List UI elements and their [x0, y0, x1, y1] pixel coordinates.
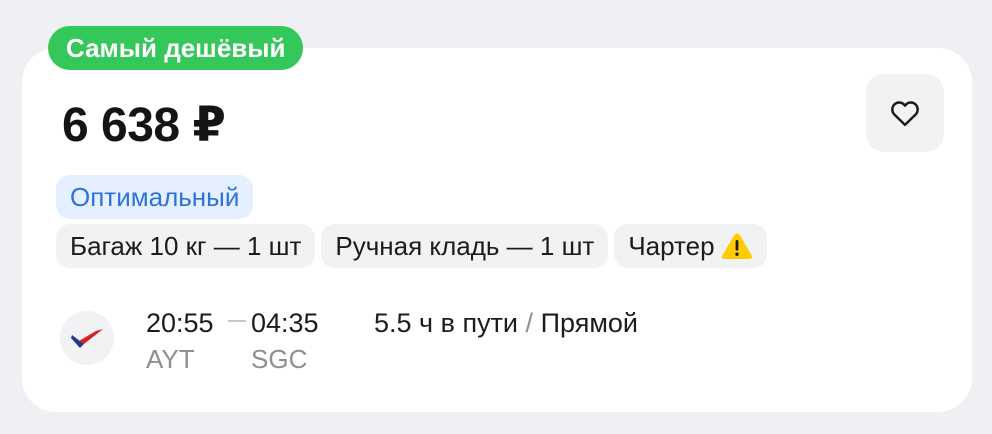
favorite-button[interactable] [866, 74, 944, 152]
warning-icon [721, 232, 753, 260]
feature-baggage: Багаж 10 кг — 1 шт [56, 224, 316, 268]
airline-logo-icon [71, 329, 103, 348]
departure-time: 20:55 [146, 308, 214, 338]
feature-hand-luggage: Ручная кладь — 1 шт [321, 224, 609, 268]
cheapest-badge: Самый дешёвый [48, 26, 304, 70]
feature-label: Ручная кладь — 1 шт [335, 230, 595, 261]
trip-info: 5.5 ч в пути / Прямой [374, 308, 638, 339]
features-list: Багаж 10 кг — 1 шт Ручная кладь — 1 шт Ч… [56, 224, 767, 268]
arrival-time: 04:35 [251, 308, 319, 338]
departure-airport: AYT [146, 344, 195, 374]
flight-type: Прямой [540, 308, 638, 338]
price: 6 638 ₽ [62, 99, 226, 152]
heart-outline-icon [891, 101, 919, 127]
cheapest-badge-label: Самый дешёвый [66, 32, 286, 63]
fare-type-label: Оптимальный [70, 181, 240, 212]
fare-type-tag: Оптимальный [56, 175, 254, 219]
screen: Самый дешёвый 6 638 ₽ Оптимальный Багаж … [0, 0, 992, 434]
airline-logo [60, 311, 114, 365]
trip-info-separator: / [525, 308, 534, 338]
feature-charter[interactable]: Чартер [614, 224, 767, 268]
feature-label: Чартер [628, 230, 715, 261]
feature-label: Багаж 10 кг — 1 шт [70, 230, 302, 261]
flight-duration: 5.5 ч в пути [374, 308, 519, 338]
arrival-airport: SGC [251, 344, 308, 374]
time-separator [228, 320, 246, 322]
